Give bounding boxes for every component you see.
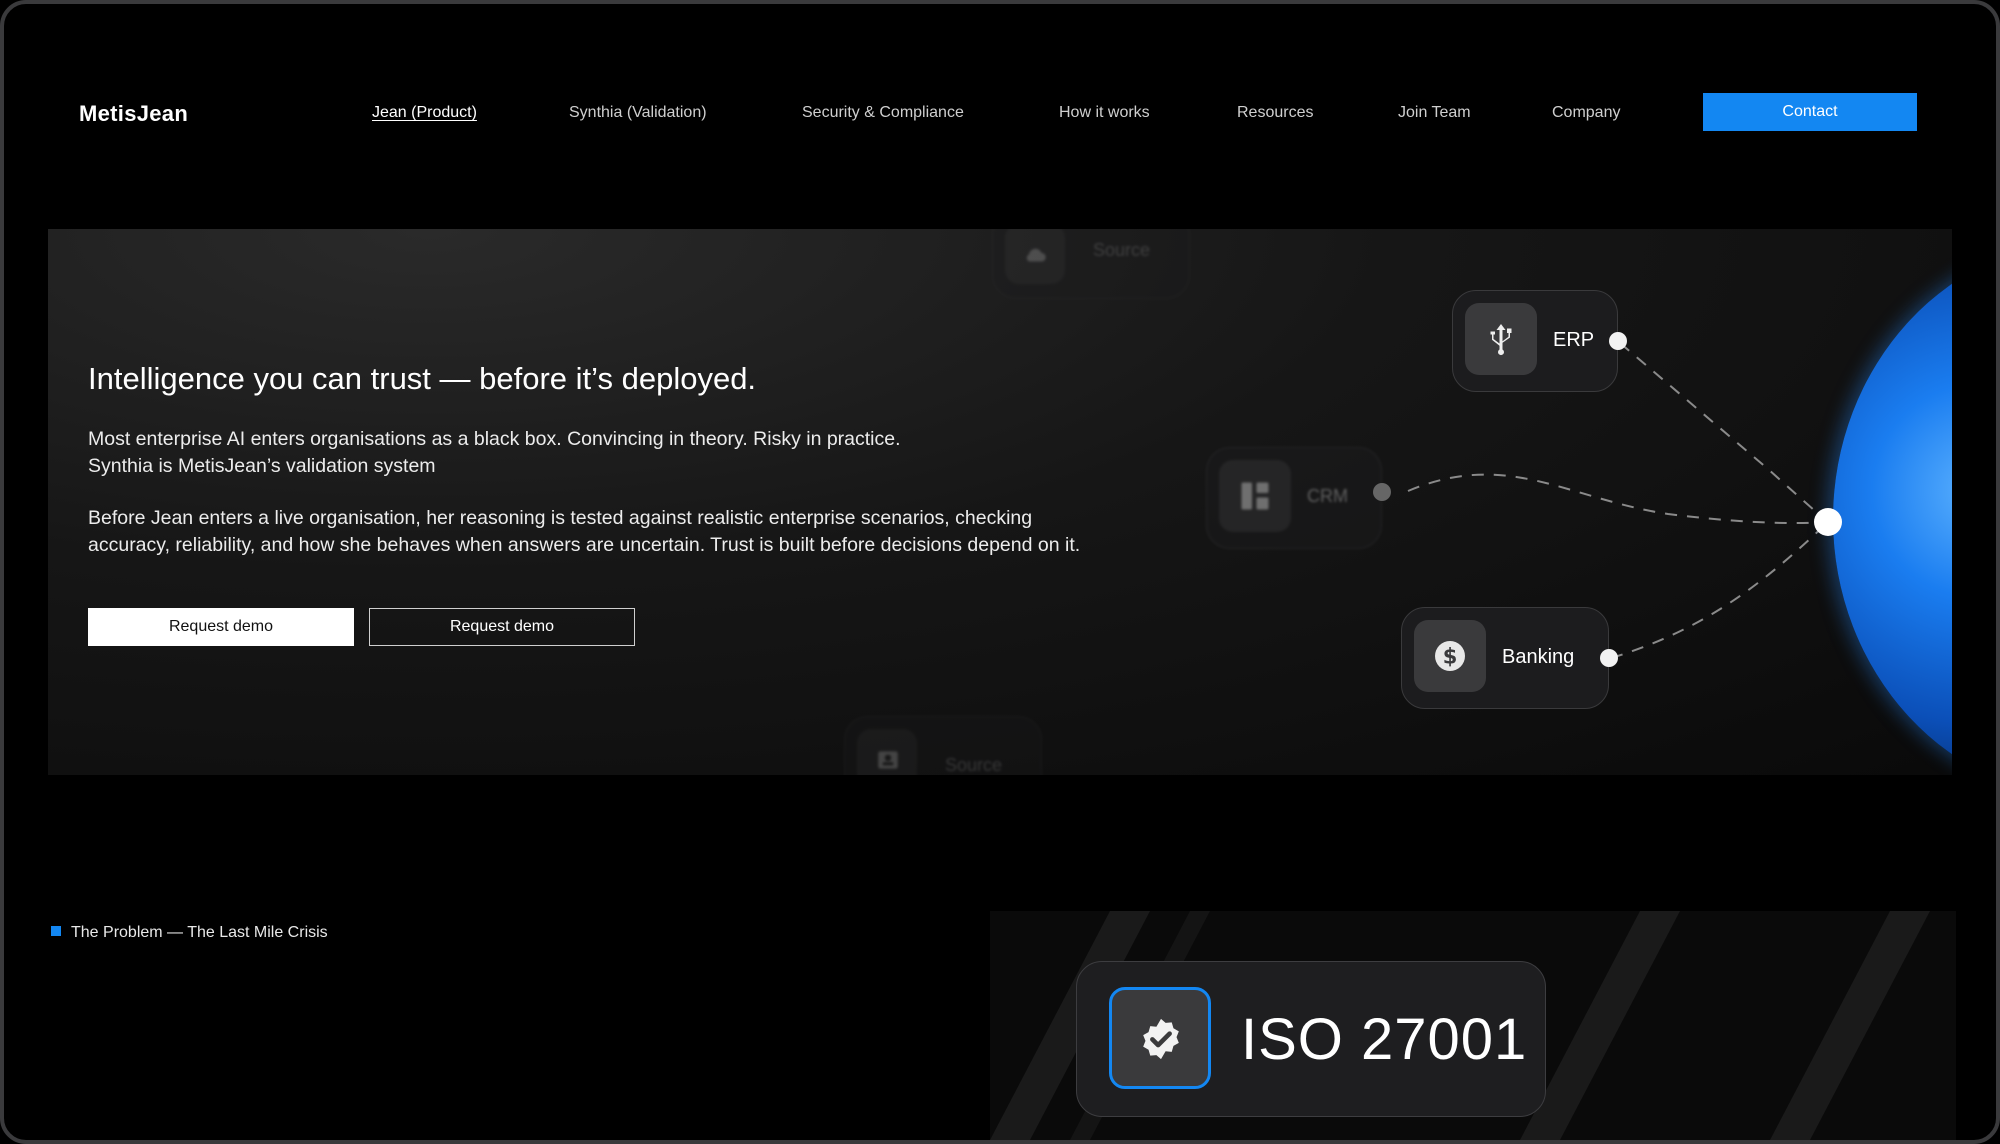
dashboard-icon xyxy=(1219,460,1291,532)
nav-link-jean-product[interactable]: Jean (Product) xyxy=(372,104,477,122)
dollar-icon: $ xyxy=(1414,620,1486,692)
svg-text:$: $ xyxy=(1443,645,1458,669)
nav-link-resources[interactable]: Resources xyxy=(1237,104,1313,122)
banking-node-port xyxy=(1600,649,1618,667)
top-navigation: MetisJean Jean (Product) Synthia (Valida… xyxy=(4,4,1996,164)
brand-logo[interactable]: MetisJean xyxy=(79,101,188,127)
erp-node: ERP xyxy=(1452,290,1618,392)
cloud-icon xyxy=(1005,229,1065,284)
usb-icon xyxy=(1465,303,1537,375)
hub-connector-dot xyxy=(1814,508,1842,536)
source-node-top-label: Source xyxy=(1093,240,1151,260)
nav-link-company[interactable]: Company xyxy=(1552,104,1620,122)
nav-link-join-team[interactable]: Join Team xyxy=(1398,104,1471,122)
connector-lines xyxy=(1407,342,1829,659)
source-node-bottom: Source xyxy=(844,716,1042,775)
crm-node: CRM xyxy=(1206,447,1382,549)
hero-section: Intelligence you can trust — before it’s… xyxy=(48,229,1952,775)
contact-card-icon xyxy=(857,729,917,775)
erp-node-label: ERP xyxy=(1553,329,1595,351)
crm-node-port xyxy=(1373,483,1391,501)
banking-node: $ Banking xyxy=(1401,607,1609,709)
certification-visual: ISO 27001 xyxy=(990,911,1956,1140)
source-node-top: Source xyxy=(992,229,1190,299)
browser-frame: MetisJean Jean (Product) Synthia (Valida… xyxy=(0,0,2000,1144)
nav-link-security-compliance[interactable]: Security & Compliance xyxy=(802,104,964,122)
erp-node-port xyxy=(1609,332,1627,350)
iso-certification-card: ISO 27001 xyxy=(1076,961,1546,1117)
contact-button[interactable]: Contact xyxy=(1703,93,1917,131)
crm-node-label: CRM xyxy=(1307,486,1348,506)
nav-link-how-it-works[interactable]: How it works xyxy=(1059,104,1150,122)
iso-certification-label: ISO 27001 xyxy=(1241,1007,1528,1072)
square-bullet-icon xyxy=(51,926,61,936)
verified-badge-icon xyxy=(1109,987,1211,1089)
section-label-problem-text: The Problem — The Last Mile Crisis xyxy=(71,924,328,941)
section-label-problem: The Problem — The Last Mile Crisis xyxy=(51,924,328,942)
nav-link-synthia-validation[interactable]: Synthia (Validation) xyxy=(569,104,707,122)
source-node-bottom-label: Source xyxy=(945,755,1003,775)
banking-node-label: Banking xyxy=(1502,646,1575,668)
